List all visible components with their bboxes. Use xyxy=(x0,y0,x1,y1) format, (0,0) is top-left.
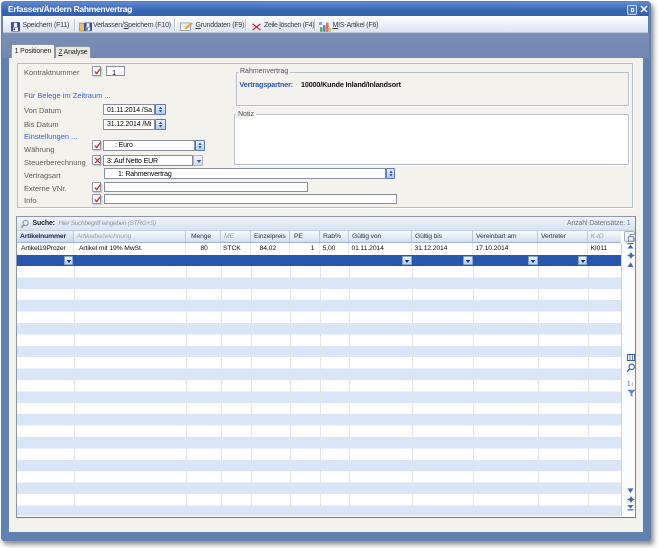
svg-text:1↓: 1↓ xyxy=(627,380,634,387)
